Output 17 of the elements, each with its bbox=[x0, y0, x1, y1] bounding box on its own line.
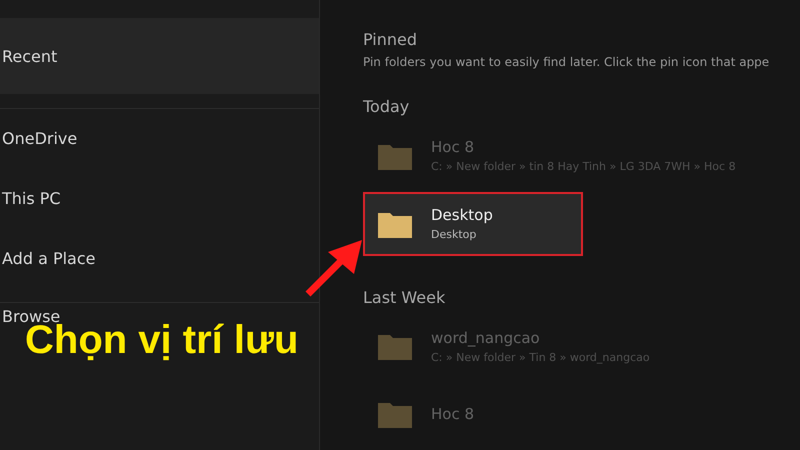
group-title: Last Week bbox=[363, 288, 446, 306]
group-title: Today bbox=[363, 97, 410, 116]
pinned-description: Pin folders you want to easily find later. Click the pin icon that appe bbox=[363, 55, 770, 69]
sidebar-item[interactable]: This PC bbox=[0, 168, 319, 228]
folder-item[interactable]: Desktop Desktop bbox=[363, 192, 583, 256]
sidebar-item[interactable]: Add a Place bbox=[0, 228, 319, 288]
section-title: Pinned bbox=[363, 30, 418, 49]
folder-name: Hoc 8 bbox=[431, 405, 474, 424]
folder-name: Hoc 8 bbox=[431, 138, 476, 156]
sidebar-item[interactable]: Recent bbox=[0, 18, 319, 94]
folder-path: C: » New folder » tin 8 Hay Tinh » LG 3DA 7WH » Hoc 8 bbox=[431, 160, 736, 174]
folder-path: Desktop bbox=[431, 228, 478, 242]
sidebar-item[interactable]: OneDrive bbox=[0, 108, 319, 168]
folder-path: C: » New folder » Tin 8 » word_nangcao bbox=[431, 350, 650, 364]
folder-name: Desktop bbox=[431, 206, 493, 224]
folder-name: word_nangcao bbox=[431, 328, 541, 347]
pointer-arrow bbox=[306, 240, 362, 296]
